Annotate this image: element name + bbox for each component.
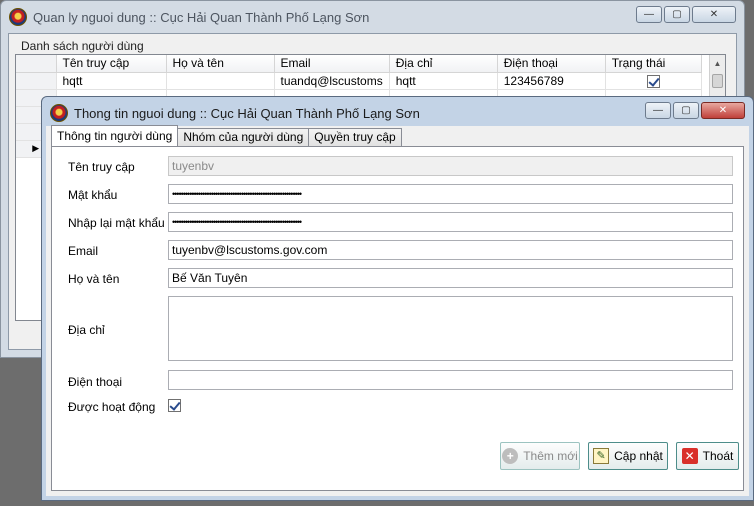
row-header[interactable] (16, 72, 57, 90)
tab-access-rights[interactable]: Quyền truy cập (308, 128, 402, 146)
tab-user-groups[interactable]: Nhóm của người dùng (177, 128, 310, 146)
password-label: Mật khẩu (68, 188, 118, 202)
address-textarea[interactable] (168, 296, 733, 361)
user-info-window: Thong tin nguoi dung :: Cục Hải Quan Thà… (41, 96, 754, 501)
user-management-titlebar[interactable]: Quan ly nguoi dung :: Cục Hải Quan Thành… (1, 1, 744, 33)
username-label: Tên truy cập (68, 160, 135, 174)
table-row[interactable]: hqtt tuandq@lscustoms hqtt 123456789 (16, 72, 702, 90)
column-header-address[interactable]: Địa chỉ (389, 55, 498, 73)
add-icon: + (502, 448, 519, 464)
add-new-button[interactable]: + Thêm mới (500, 442, 580, 470)
customs-emblem-icon (50, 104, 68, 122)
username-field[interactable]: tuyenbv (168, 156, 733, 176)
scroll-up-arrow-icon[interactable]: ▲ (710, 55, 725, 72)
customs-emblem-icon (9, 8, 27, 26)
cell-username[interactable]: hqtt (56, 72, 167, 90)
exit-button[interactable]: ✕ Thoát (676, 442, 739, 470)
update-label: Cập nhật (614, 449, 663, 463)
cell-fullname[interactable] (166, 72, 275, 90)
user-info-client: Thông tin người dùng Nhóm của người dùng… (46, 125, 749, 496)
phone-label: Điện thoại (68, 375, 123, 389)
confirm-password-field[interactable]: ••••••••••••••••••••••••••••••••••••••••… (168, 212, 733, 232)
tab-strip: Thông tin người dùng Nhóm của người dùng… (51, 125, 402, 146)
email-label: Email (68, 244, 99, 258)
close-button[interactable]: ✕ (701, 102, 745, 119)
password-field[interactable]: ••••••••••••••••••••••••••••••••••••••••… (168, 184, 733, 204)
edit-icon: ✎ (593, 448, 610, 464)
maximize-button[interactable]: ▢ (673, 102, 699, 119)
address-label: Địa chỉ (68, 323, 105, 337)
maximize-button[interactable]: ▢ (664, 6, 690, 23)
grid-corner-header (16, 55, 57, 73)
column-header-email[interactable]: Email (274, 55, 390, 73)
user-list-group-label: Danh sách người dùng (21, 39, 144, 53)
active-label: Được hoạt động (68, 400, 156, 414)
column-header-fullname[interactable]: Họ và tên (166, 55, 275, 73)
fullname-label: Họ và tên (68, 272, 120, 286)
email-field[interactable]: tuyenbv@lscustoms.gov.com (168, 240, 733, 260)
minimize-button[interactable]: — (645, 102, 671, 119)
fullname-field[interactable]: Bế Văn Tuyên (168, 268, 733, 288)
update-button[interactable]: ✎ Cập nhật (588, 442, 668, 470)
confirm-password-label: Nhập lại mật khẩu (68, 216, 165, 230)
cell-phone[interactable]: 123456789 (497, 72, 606, 90)
phone-field[interactable] (168, 370, 733, 390)
cell-email[interactable]: tuandq@lscustoms (274, 72, 390, 90)
column-header-phone[interactable]: Điện thoại (497, 55, 606, 73)
exit-label: Thoát (702, 449, 734, 463)
scroll-thumb[interactable] (712, 74, 723, 88)
user-info-tab-page: Tên truy cập tuyenbv Mật khẩu ••••••••••… (51, 146, 744, 491)
tab-user-info[interactable]: Thông tin người dùng (51, 125, 179, 146)
close-button[interactable]: ✕ (692, 6, 736, 23)
exit-icon: ✕ (681, 448, 698, 464)
cell-address[interactable]: hqtt (389, 72, 498, 90)
minimize-button[interactable]: — (636, 6, 662, 23)
window-title: Quan ly nguoi dung :: Cục Hải Quan Thành… (33, 9, 370, 25)
active-checkbox[interactable] (168, 399, 181, 412)
add-new-label: Thêm mới (523, 449, 578, 463)
cell-status[interactable] (605, 72, 702, 90)
column-header-username[interactable]: Tên truy cập (56, 55, 167, 73)
window-title: Thong tin nguoi dung :: Cục Hải Quan Thà… (74, 105, 420, 121)
column-header-status[interactable]: Trạng thái (605, 55, 702, 73)
status-checkbox[interactable] (646, 74, 660, 88)
